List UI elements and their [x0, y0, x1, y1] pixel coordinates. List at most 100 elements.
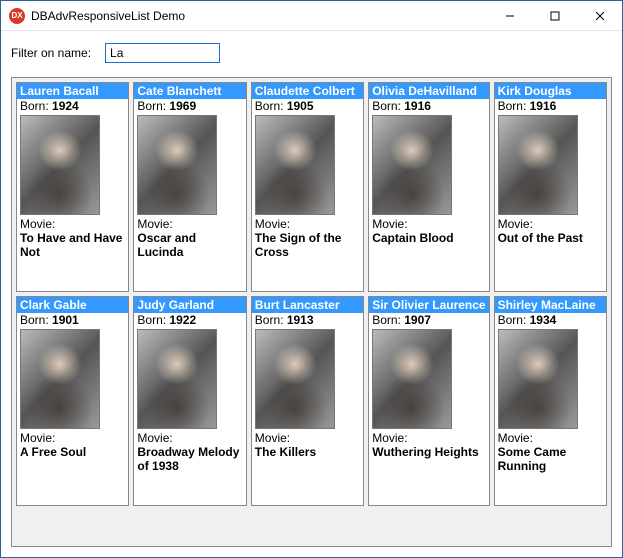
card-name: Burt Lancaster [252, 297, 363, 313]
app-icon: DX [9, 8, 25, 24]
movie-label: Movie: [372, 218, 485, 232]
card-name: Olivia DeHavilland [369, 83, 488, 99]
movie-line: Movie:A Free Soul [20, 432, 125, 460]
list-item[interactable]: Sir Olivier LaurenceBorn: 1907 Movie:Wuth… [368, 296, 489, 506]
born-value: 1913 [287, 313, 314, 327]
born-label: Born: [20, 99, 49, 113]
born-label: Born: [137, 99, 166, 113]
movie-line: Movie:Wuthering Heights [372, 432, 485, 460]
photo-placeholder [137, 329, 217, 429]
movie-line: Movie:To Have and Have Not [20, 218, 125, 259]
list-item[interactable]: Burt LancasterBorn: 1913 Movie:The Killer… [251, 296, 364, 506]
photo-placeholder [255, 115, 335, 215]
card-grid: Lauren BacallBorn: 1924Movie:To Have and… [16, 82, 607, 506]
born-line: Born: 1969 [137, 99, 242, 113]
born-line: Born: 1901 [20, 313, 125, 327]
born-line: Born: 1907 [372, 313, 485, 327]
movie-label: Movie: [255, 218, 360, 232]
list-item[interactable]: Olivia DeHavillandBorn: 1916 Movie:Captai… [368, 82, 489, 292]
app-window: DX DBAdvResponsiveList Demo Filter on na… [0, 0, 623, 558]
list-item[interactable]: Shirley MacLaineBorn: 1934 Movie:Some Cam… [494, 296, 607, 506]
filter-input[interactable] [105, 43, 220, 63]
born-line: Born: 1934 [498, 313, 603, 327]
window-title: DBAdvResponsiveList Demo [31, 9, 487, 23]
born-label: Born: [255, 313, 284, 327]
movie-line: Movie:Some Came Running [498, 432, 603, 473]
minimize-button[interactable] [487, 1, 532, 30]
movie-label: Movie: [498, 218, 603, 232]
client-area: Filter on name: Lauren BacallBorn: 1924M… [1, 31, 622, 557]
card-body: Born: 1969 Movie:Oscar and Lucinda [134, 99, 245, 291]
movie-value: Some Came Running [498, 446, 603, 474]
card-body: Born: 1924 Movie:To Have and Have Not [17, 99, 128, 291]
born-value: 1916 [404, 99, 431, 113]
born-value: 1924 [52, 99, 79, 113]
list-item[interactable]: Cate BlanchettBorn: 1969 Movie:Oscar and … [133, 82, 246, 292]
list-item[interactable]: Clark GableBorn: 1901Movie:A Free Soul [16, 296, 129, 506]
born-label: Born: [372, 99, 401, 113]
movie-value: The Killers [255, 446, 360, 460]
card-name: Claudette Colbert [252, 83, 363, 99]
card-name: Kirk Douglas [495, 83, 606, 99]
movie-value: Captain Blood [372, 232, 485, 246]
born-line: Born: 1905 [255, 99, 360, 113]
born-label: Born: [372, 313, 401, 327]
photo-placeholder [255, 329, 335, 429]
card-body: Born: 1916 Movie:Captain Blood [369, 99, 488, 291]
titlebar: DX DBAdvResponsiveList Demo [1, 1, 622, 31]
movie-line: Movie:Out of the Past [498, 218, 603, 246]
card-body: Born: 1905 Movie:The Sign of the Cross [252, 99, 363, 291]
born-label: Born: [255, 99, 284, 113]
photo-placeholder [498, 329, 578, 429]
born-label: Born: [498, 99, 527, 113]
card-body: Born: 1913 Movie:The Killers [252, 313, 363, 505]
movie-label: Movie: [498, 432, 603, 446]
born-line: Born: 1916 [372, 99, 485, 113]
window-controls [487, 1, 622, 30]
movie-label: Movie: [20, 432, 125, 446]
card-body: Born: 1901 Movie:A Free Soul [17, 313, 128, 505]
movie-line: Movie:Oscar and Lucinda [137, 218, 242, 259]
responsive-list-panel[interactable]: Lauren BacallBorn: 1924Movie:To Have and… [11, 77, 612, 547]
photo-placeholder [20, 329, 100, 429]
list-item[interactable]: Judy GarlandBorn: 1922 Movie:Broadway Mel… [133, 296, 246, 506]
card-name: Sir Olivier Laurence [369, 297, 488, 313]
born-value: 1916 [530, 99, 557, 113]
movie-line: Movie:Broadway Melody of 1938 [137, 432, 242, 473]
born-value: 1905 [287, 99, 314, 113]
filter-row: Filter on name: [11, 39, 612, 69]
born-label: Born: [137, 313, 166, 327]
born-line: Born: 1916 [498, 99, 603, 113]
born-line: Born: 1924 [20, 99, 125, 113]
movie-label: Movie: [372, 432, 485, 446]
movie-line: Movie:The Sign of the Cross [255, 218, 360, 259]
born-label: Born: [20, 313, 49, 327]
app-icon-text: DX [11, 11, 22, 20]
card-body: Born: 1907 Movie:Wuthering Heights [369, 313, 488, 505]
movie-line: Movie:Captain Blood [372, 218, 485, 246]
list-item[interactable]: Claudette ColbertBorn: 1905 Movie:The Sig… [251, 82, 364, 292]
born-label: Born: [498, 313, 527, 327]
movie-value: A Free Soul [20, 446, 125, 460]
maximize-button[interactable] [532, 1, 577, 30]
movie-label: Movie: [20, 218, 125, 232]
born-value: 1907 [404, 313, 431, 327]
photo-placeholder [498, 115, 578, 215]
list-item[interactable]: Lauren BacallBorn: 1924 Movie:To Have and… [16, 82, 129, 292]
card-body: Born: 1934 Movie:Some Came Running [495, 313, 606, 505]
movie-value: Oscar and Lucinda [137, 232, 242, 260]
card-name: Lauren Bacall [17, 83, 128, 99]
card-name: Judy Garland [134, 297, 245, 313]
card-body: Born: 1922 Movie:Broadway Melody of 1938 [134, 313, 245, 505]
close-button[interactable] [577, 1, 622, 30]
born-line: Born: 1922 [137, 313, 242, 327]
born-value: 1969 [169, 99, 196, 113]
born-value: 1922 [169, 313, 196, 327]
card-name: Cate Blanchett [134, 83, 245, 99]
movie-label: Movie: [255, 432, 360, 446]
list-item[interactable]: Kirk DouglasBorn: 1916 Movie:Out of the P… [494, 82, 607, 292]
movie-value: Wuthering Heights [372, 446, 485, 460]
card-name: Shirley MacLaine [495, 297, 606, 313]
photo-placeholder [20, 115, 100, 215]
filter-label: Filter on name: [11, 46, 91, 60]
